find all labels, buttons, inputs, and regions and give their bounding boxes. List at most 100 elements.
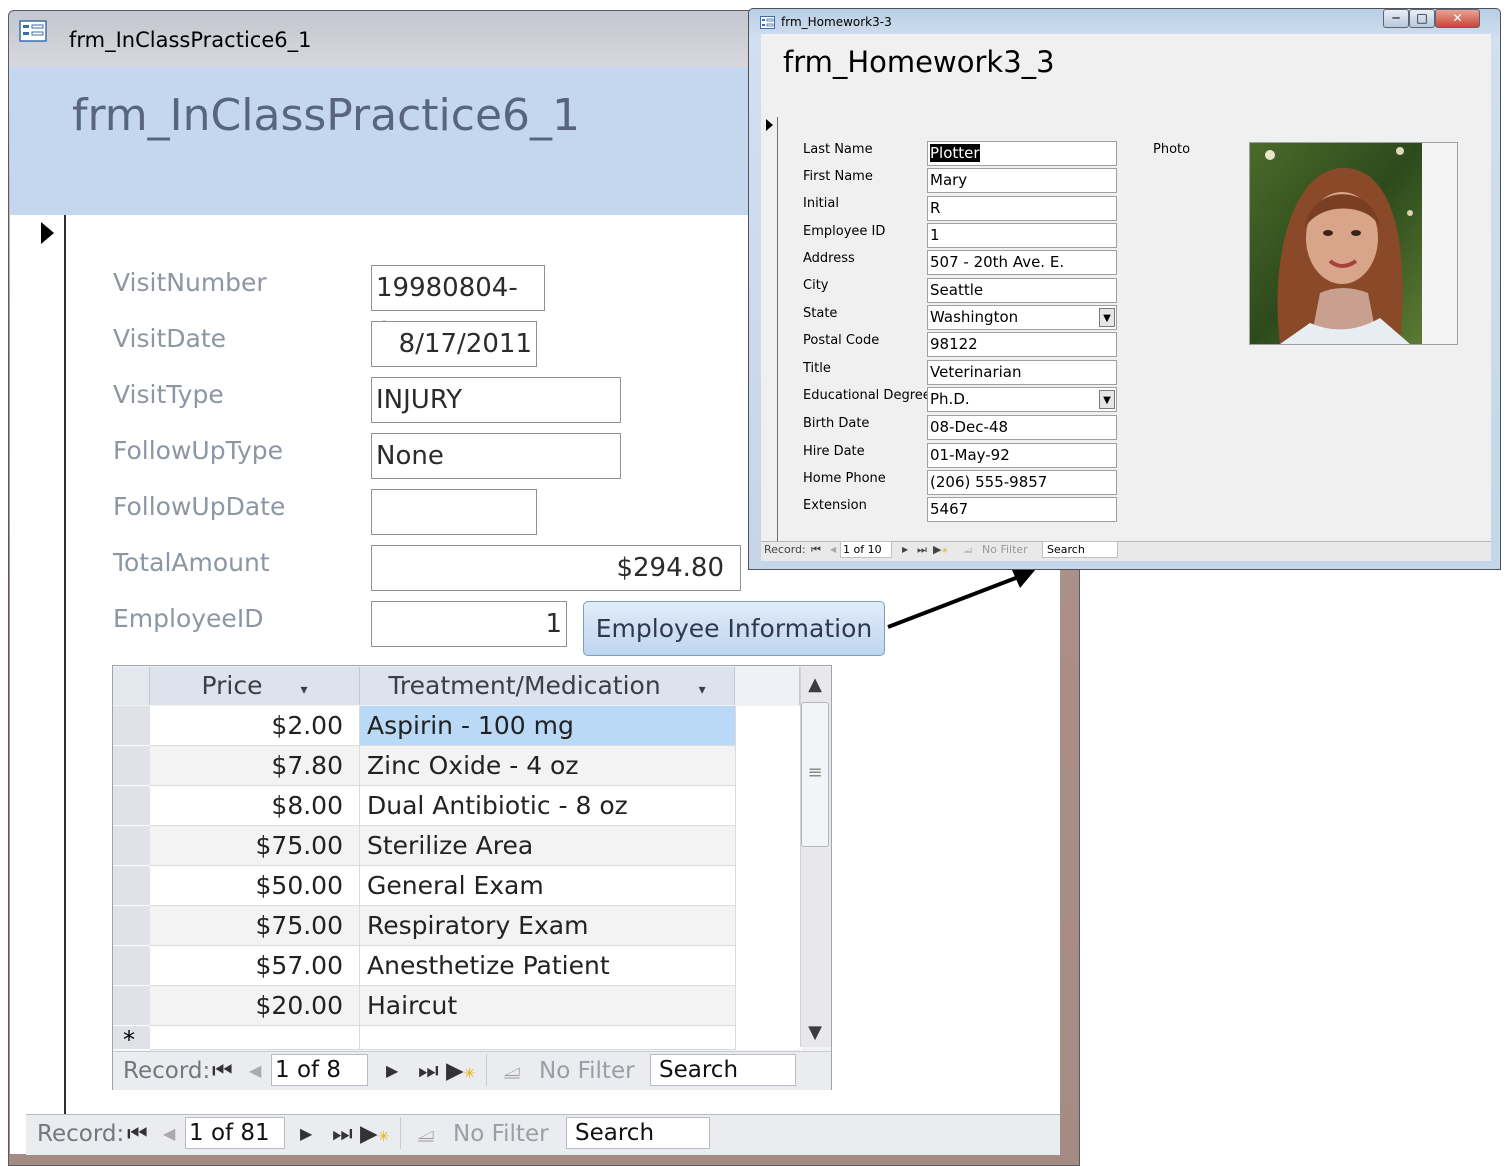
record-selector[interactable]: [26, 215, 66, 1115]
row-selector[interactable]: [113, 826, 150, 866]
search-box[interactable]: Search: [566, 1117, 710, 1149]
minimize-icon[interactable]: ─: [1383, 9, 1409, 28]
chevron-down-icon[interactable]: ▼: [1099, 390, 1115, 409]
employee-search-box[interactable]: Search: [1042, 541, 1118, 558]
state-combobox[interactable]: Washington ▼: [927, 305, 1117, 330]
maximize-icon[interactable]: □: [1409, 9, 1435, 28]
chevron-down-icon[interactable]: ▼: [1099, 308, 1115, 327]
treatment-cell[interactable]: Respiratory Exam: [360, 906, 735, 946]
treatment-cell[interactable]: Haircut: [360, 986, 735, 1026]
treatment-cell[interactable]: Aspirin - 100 mg: [360, 706, 735, 746]
price-cell[interactable]: $2.00: [150, 706, 360, 746]
subform-no-filter[interactable]: No Filter: [539, 1054, 635, 1088]
first-record-icon[interactable]: ⏮: [127, 1117, 148, 1151]
filter-icon[interactable]: ⧡: [964, 542, 973, 558]
row-selector[interactable]: [113, 706, 150, 746]
price-cell[interactable]: $57.00: [150, 946, 360, 986]
treatment-cell[interactable]: Dual Antibiotic - 8 oz: [360, 786, 735, 826]
price-cell[interactable]: $20.00: [150, 986, 360, 1026]
row-selector[interactable]: [113, 946, 150, 986]
last-name-field[interactable]: Plotter: [927, 141, 1117, 166]
last-record-icon[interactable]: ⏭: [332, 1117, 353, 1151]
price-cell[interactable]: $75.00: [150, 906, 360, 946]
scroll-up-icon[interactable]: ▲: [801, 669, 829, 701]
employee-photo: [1250, 143, 1422, 344]
row-selector[interactable]: [113, 866, 150, 906]
row-selector[interactable]: [113, 746, 150, 786]
first-record-icon[interactable]: ⏮: [212, 1054, 233, 1088]
prev-record-icon[interactable]: ◀: [163, 1117, 175, 1151]
treatment-cell[interactable]: Sterilize Area: [360, 826, 735, 866]
price-column-header[interactable]: Price ▾: [150, 667, 360, 705]
new-record-icon[interactable]: ▶✳: [360, 1117, 389, 1154]
extension-field[interactable]: 5467: [927, 497, 1117, 522]
new-record-icon[interactable]: ▶✳: [933, 542, 948, 559]
treatment-cell[interactable]: General Exam: [360, 866, 735, 906]
row-selector[interactable]: [113, 986, 150, 1026]
visit-date-field[interactable]: 8/17/2011: [371, 321, 537, 367]
close-icon[interactable]: ✕: [1435, 9, 1480, 28]
title-field[interactable]: Veterinarian: [927, 360, 1117, 385]
first-record-icon[interactable]: ⏮: [811, 542, 821, 558]
extension-label: Extension: [803, 498, 867, 513]
last-record-icon[interactable]: ⏭: [418, 1054, 439, 1088]
employee-id-label: EmployeeID: [113, 604, 264, 633]
price-cell[interactable]: $75.00: [150, 826, 360, 866]
scroll-down-icon[interactable]: ▼: [801, 1017, 829, 1049]
visit-number-field[interactable]: 19980804-01: [371, 265, 545, 347]
price-cell[interactable]: $50.00: [150, 866, 360, 906]
new-price-cell[interactable]: [150, 1026, 360, 1050]
address-field[interactable]: 507 - 20th Ave. E.: [927, 250, 1117, 275]
birth-date-field[interactable]: 08-Dec-48: [927, 415, 1117, 440]
last-record-icon[interactable]: ⏭: [917, 542, 927, 558]
filter-icon[interactable]: ⧡: [503, 1054, 521, 1088]
price-cell[interactable]: $7.80: [150, 746, 360, 786]
prev-record-icon[interactable]: ◀: [830, 542, 836, 558]
city-field[interactable]: Seattle: [927, 278, 1117, 303]
prev-record-icon[interactable]: ◀: [249, 1054, 261, 1088]
new-treatment-cell[interactable]: [360, 1026, 735, 1050]
price-cell[interactable]: $8.00: [150, 786, 360, 826]
row-selector[interactable]: [113, 906, 150, 946]
employee-record-position[interactable]: 1 of 10: [840, 541, 892, 558]
subform-record-position[interactable]: 1 of 8: [271, 1054, 368, 1086]
home-phone-label: Home Phone: [803, 471, 886, 486]
postal-code-field[interactable]: 98122: [927, 332, 1117, 357]
treatment-column-header[interactable]: Treatment/Medication ▾: [360, 667, 735, 705]
no-filter-button[interactable]: No Filter: [453, 1117, 549, 1151]
employee-id-field[interactable]: 1: [927, 223, 1117, 248]
visit-type-field[interactable]: INJURY: [371, 377, 621, 423]
follow-up-date-field[interactable]: [371, 489, 537, 535]
new-record-icon[interactable]: ▶✳: [446, 1054, 475, 1091]
row-selector[interactable]: [113, 786, 150, 826]
next-record-icon[interactable]: ▶: [386, 1054, 398, 1088]
initial-field[interactable]: R: [927, 196, 1117, 221]
sort-dropdown-icon[interactable]: ▾: [699, 682, 706, 698]
employee-window-title: frm_Homework3-3: [781, 15, 892, 29]
treatment-cell[interactable]: Anesthetize Patient: [360, 946, 735, 986]
employee-no-filter[interactable]: No Filter: [982, 542, 1028, 558]
employee-record-selector[interactable]: [761, 117, 778, 541]
record-position[interactable]: 1 of 81: [185, 1117, 285, 1149]
scroll-thumb[interactable]: ≡: [801, 702, 829, 847]
address-label: Address: [803, 251, 855, 266]
visit-date-label: VisitDate: [113, 324, 227, 353]
next-record-icon[interactable]: ▶: [902, 542, 908, 558]
sort-dropdown-icon[interactable]: ▾: [300, 682, 307, 698]
employee-information-button[interactable]: Employee Information: [583, 601, 885, 656]
home-phone-field[interactable]: (206) 555-9857: [927, 470, 1117, 495]
hire-date-field[interactable]: 01-May-92: [927, 443, 1117, 468]
subform-search-box[interactable]: Search: [650, 1054, 796, 1086]
first-name-field[interactable]: Mary: [927, 168, 1117, 193]
educational-degree-combobox[interactable]: Ph.D. ▼: [927, 387, 1117, 412]
next-record-icon[interactable]: ▶: [300, 1117, 312, 1151]
follow-up-type-field[interactable]: None: [371, 433, 621, 479]
select-all-corner[interactable]: [113, 667, 150, 705]
treatment-cell[interactable]: Zinc Oxide - 4 oz: [360, 746, 735, 786]
total-amount-field[interactable]: $294.80: [371, 545, 741, 591]
filter-icon[interactable]: ⧡: [417, 1117, 435, 1151]
new-row-selector[interactable]: *: [113, 1026, 150, 1052]
visit-number-label: VisitNumber: [113, 268, 267, 297]
divider: [486, 1054, 487, 1086]
employee-id-field[interactable]: 1: [371, 601, 567, 647]
